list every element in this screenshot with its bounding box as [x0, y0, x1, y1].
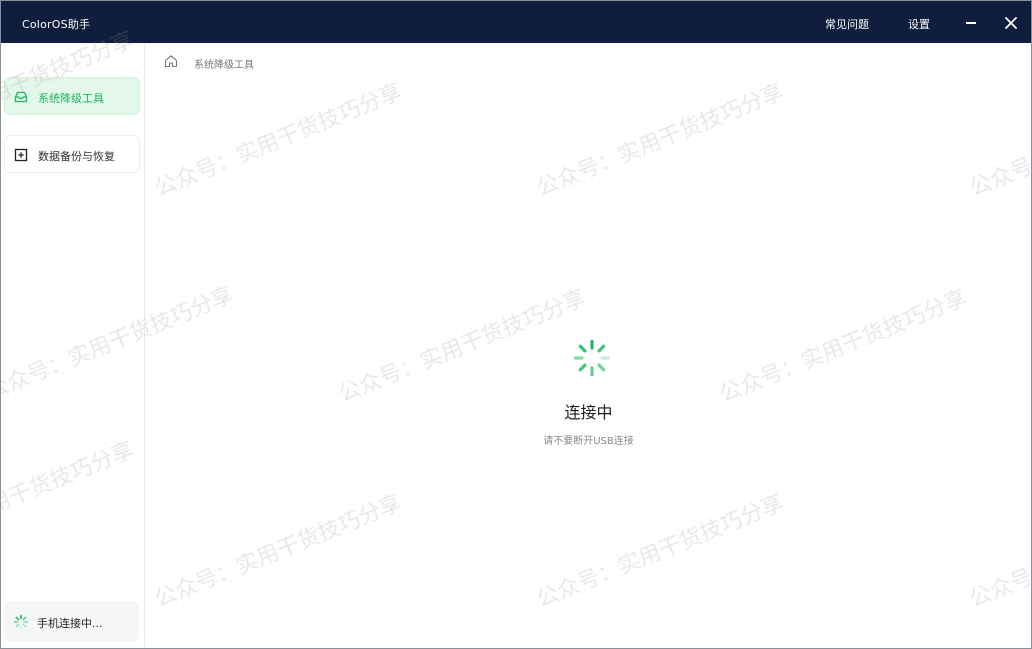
app-window: ColorOS助手 常见问题 设置 系统降级工具 数据备份与恢复 手机连接中..…	[0, 0, 1032, 649]
spinner-icon	[13, 614, 29, 630]
home-icon[interactable]	[164, 54, 178, 68]
breadcrumb[interactable]: 系统降级工具	[194, 56, 254, 71]
inbox-icon	[14, 91, 28, 103]
close-icon	[1005, 17, 1017, 29]
faq-link[interactable]: 常见问题	[825, 16, 869, 32]
main-panel: 系统降级工具 连接中 请不要断开USB连接	[146, 43, 1031, 648]
minimize-icon	[966, 22, 976, 24]
plus-square-icon	[14, 148, 28, 162]
connection-status: 手机连接中...	[4, 601, 139, 641]
connecting-title: 连接中	[564, 403, 613, 422]
title-bar: ColorOS助手 常见问题 设置	[1, 1, 1031, 43]
close-button[interactable]	[1000, 13, 1022, 33]
sidebar-item-label: 数据备份与恢复	[38, 150, 115, 163]
minimize-button[interactable]	[959, 13, 983, 33]
sidebar: 系统降级工具 数据备份与恢复 手机连接中...	[1, 43, 145, 648]
app-title: ColorOS助手	[22, 18, 91, 31]
sidebar-item-data-backup[interactable]: 数据备份与恢复	[4, 135, 140, 173]
sidebar-item-label: 系统降级工具	[38, 92, 104, 105]
settings-link[interactable]: 设置	[908, 16, 930, 32]
sidebar-item-system-downgrade[interactable]: 系统降级工具	[4, 77, 140, 115]
connection-status-text: 手机连接中...	[37, 617, 103, 630]
connecting-hint: 请不要断开USB连接	[543, 436, 634, 447]
loading-spinner-icon	[573, 339, 611, 377]
